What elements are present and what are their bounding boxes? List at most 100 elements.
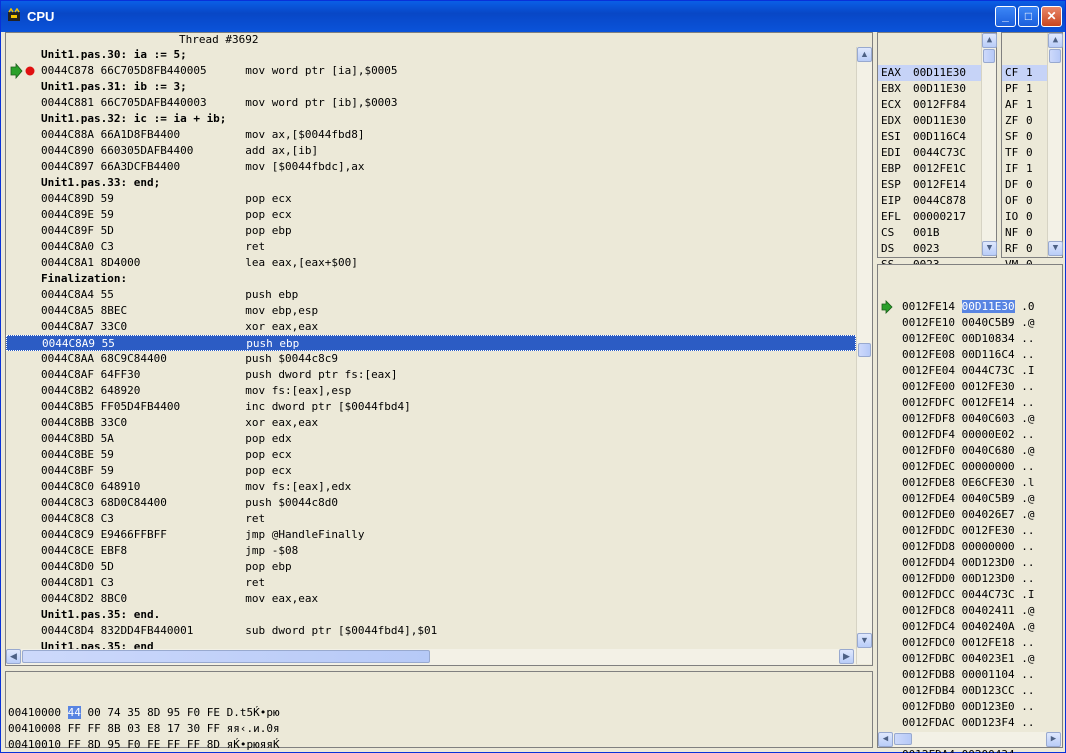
instruction-row[interactable]: 0044C8C9 E9466FFBFF jmp @HandleFinally — [6, 527, 856, 543]
registers-pane[interactable]: EAX 00D11E30 EBX 00D11E30 ECX 0012FF84 EDX 00D1… — [877, 32, 997, 287]
register-row[interactable]: ESP 0012FE14 — [878, 177, 996, 193]
maximize-button[interactable]: □ — [1018, 6, 1039, 27]
source-line[interactable]: Unit1.pas.31: ib := 3; — [6, 79, 856, 95]
vscroll-thumb[interactable] — [858, 343, 871, 357]
instruction-row[interactable]: 0044C8BD 5A pop edx — [6, 431, 856, 447]
flag-value[interactable]: 0 — [1026, 210, 1033, 223]
register-row[interactable]: EAX 00D11E30 — [878, 65, 996, 81]
dump-row[interactable]: 00410008 FF FF 8B 03 E8 17 30 FF яя‹.и.0… — [6, 721, 872, 737]
instruction-row[interactable]: 0044C8BE 59 pop ecx — [6, 447, 856, 463]
stack-value[interactable]: 0040C603 — [962, 412, 1015, 425]
dump-byte[interactable]: FF — [207, 722, 220, 735]
dump-byte[interactable]: FF — [68, 722, 81, 735]
dump-byte[interactable]: FF — [87, 722, 100, 735]
disassembly-hscrollbar[interactable]: ◀ ▶ — [6, 649, 856, 665]
dump-byte[interactable]: 8D — [147, 706, 160, 719]
dump-row[interactable]: 00410000 44 00 74 35 8D 95 F0 FE D.t5Ќ•р… — [6, 705, 872, 721]
stack-row[interactable]: 0012FDAC 00D123F4 .. — [878, 715, 1062, 731]
hscroll-thumb[interactable] — [894, 733, 912, 745]
stack-value[interactable]: 0012FE30 — [962, 524, 1015, 537]
stack-value[interactable]: 0040C5B9 — [962, 316, 1015, 329]
instruction-row[interactable]: 0044C8D4 832DD4FB440001 sub dword ptr [$… — [6, 623, 856, 639]
stack-value[interactable]: 0044C73C — [962, 364, 1015, 377]
stack-row[interactable]: 0012FDBC 004023E1 .@ — [878, 651, 1062, 667]
stack-row[interactable]: 0012FE00 0012FE30 .. — [878, 379, 1062, 395]
stack-value[interactable]: 00200434 — [962, 748, 1015, 753]
instruction-row[interactable]: 0044C897 66A3DCFB4400 mov [$0044fbdc],ax — [6, 159, 856, 175]
instruction-row[interactable]: 0044C88A 66A1D8FB4400 mov ax,[$0044fbd8] — [6, 127, 856, 143]
close-button[interactable]: ✕ — [1041, 6, 1062, 27]
dump-byte[interactable]: 8D — [207, 738, 220, 751]
instruction-row[interactable]: 0044C8AF 64FF30 push dword ptr fs:[eax] — [6, 367, 856, 383]
source-line[interactable]: Unit1.pas.32: ic := ia + ib; — [6, 111, 856, 127]
register-row[interactable]: EDI 0044C73C — [878, 145, 996, 161]
register-row[interactable]: EFL 00000217 — [878, 209, 996, 225]
register-row[interactable]: CS 001B — [878, 225, 996, 241]
stack-row[interactable]: 0012FDC4 0040240A .@ — [878, 619, 1062, 635]
flag-value[interactable]: 0 — [1026, 226, 1033, 239]
stack-row[interactable]: 0012FDF8 0040C603 .@ — [878, 411, 1062, 427]
stack-value[interactable]: 00D123D0 — [962, 556, 1015, 569]
stack-row[interactable]: 0012FDC0 0012FE18 .. — [878, 635, 1062, 651]
dump-byte[interactable]: 35 — [127, 706, 140, 719]
scroll-up-icon[interactable]: ▲ — [857, 47, 872, 62]
stack-value[interactable]: 0012FE18 — [962, 636, 1015, 649]
scroll-down-icon[interactable]: ▼ — [982, 241, 997, 256]
instruction-row[interactable]: 0044C8D1 C3 ret — [6, 575, 856, 591]
stack-row[interactable]: 0012FE08 00D116C4 .. — [878, 347, 1062, 363]
instruction-row[interactable]: 0044C8BB 33C0 xor eax,eax — [6, 415, 856, 431]
stack-value[interactable]: 0040C680 — [962, 444, 1015, 457]
dump-byte[interactable]: F0 — [187, 706, 200, 719]
dump-byte[interactable]: 17 — [167, 722, 180, 735]
register-row[interactable]: EBP 0012FE1C — [878, 161, 996, 177]
stack-row[interactable]: 0012FDD0 00D123D0 .. — [878, 571, 1062, 587]
register-value[interactable]: 0012FE14 — [913, 178, 966, 191]
stack-row[interactable]: 0012FE0C 00D10834 .. — [878, 331, 1062, 347]
register-row[interactable]: EDX 00D11E30 — [878, 113, 996, 129]
register-row[interactable]: ESI 00D116C4 — [878, 129, 996, 145]
minimize-button[interactable]: _ — [995, 6, 1016, 27]
stack-value[interactable]: 00000000 — [962, 540, 1015, 553]
register-value[interactable]: 0023 — [913, 242, 940, 255]
instruction-row[interactable]: 0044C89F 5D pop ebp — [6, 223, 856, 239]
register-value[interactable]: 001B — [913, 226, 940, 239]
instruction-row[interactable]: 0044C8AA 68C9C84400 push $0044c8c9 — [6, 351, 856, 367]
flag-value[interactable]: 1 — [1026, 82, 1033, 95]
stack-row[interactable]: 0012FE14 00D11E30 .0 — [878, 299, 1062, 315]
stack-row[interactable]: 0012FDE0 004026E7 .@ — [878, 507, 1062, 523]
register-value[interactable]: 0012FE1C — [913, 162, 966, 175]
instruction-row[interactable]: 0044C8D2 8BC0 mov eax,eax — [6, 591, 856, 607]
instruction-row[interactable]: 0044C89D 59 pop ecx — [6, 191, 856, 207]
source-line[interactable]: Unit1.pas.35: end. — [6, 607, 856, 623]
stack-value[interactable]: 0E6CFE30 — [962, 476, 1015, 489]
dump-byte[interactable]: 44 — [67, 706, 81, 719]
stack-value[interactable]: 00000000 — [962, 460, 1015, 473]
instruction-row[interactable]: 0044C8A5 8BEC mov ebp,esp — [6, 303, 856, 319]
stack-value[interactable]: 00D123CC — [962, 684, 1015, 697]
vscroll-thumb[interactable] — [1049, 49, 1061, 63]
stack-value[interactable]: 0044C73C — [962, 588, 1015, 601]
stack-row[interactable]: 0012FDDC 0012FE30 .. — [878, 523, 1062, 539]
stack-value[interactable]: 00D123F4 — [962, 716, 1015, 729]
dump-byte[interactable]: 8B — [107, 722, 120, 735]
stack-row[interactable]: 0012FDFC 0012FE14 .. — [878, 395, 1062, 411]
register-row[interactable]: DS 0023 — [878, 241, 996, 257]
registers-vscrollbar[interactable]: ▲ ▼ — [981, 33, 997, 257]
instruction-row[interactable]: 0044C881 66C705DAFB440003 mov word ptr [… — [6, 95, 856, 111]
stack-value[interactable]: 00D10834 — [962, 332, 1015, 345]
stack-hscrollbar[interactable]: ◀ ▶ — [878, 732, 1062, 747]
stack-value[interactable]: 00D123E0 — [962, 700, 1015, 713]
stack-row[interactable]: 0012FDF4 00000E02 .. — [878, 427, 1062, 443]
flag-value[interactable]: 0 — [1026, 130, 1033, 143]
hscroll-thumb[interactable] — [22, 650, 430, 663]
stack-pane[interactable]: 0012FE14 00D11E30 .0 0012FE10 0040C5B9 .@… — [877, 264, 1063, 753]
stack-list[interactable]: 0012FE14 00D11E30 .0 0012FE10 0040C5B9 .@… — [878, 297, 1062, 753]
dump-byte[interactable]: FE — [147, 738, 160, 751]
register-value[interactable]: 0012FF84 — [913, 98, 966, 111]
stack-value[interactable]: 00001104 — [962, 668, 1015, 681]
flag-value[interactable]: 1 — [1026, 162, 1033, 175]
instruction-row[interactable]: 0044C8A0 C3 ret — [6, 239, 856, 255]
stack-value[interactable]: 004026E7 — [962, 508, 1015, 521]
register-row[interactable]: ECX 0012FF84 — [878, 97, 996, 113]
stack-row[interactable]: 0012FDEC 00000000 .. — [878, 459, 1062, 475]
